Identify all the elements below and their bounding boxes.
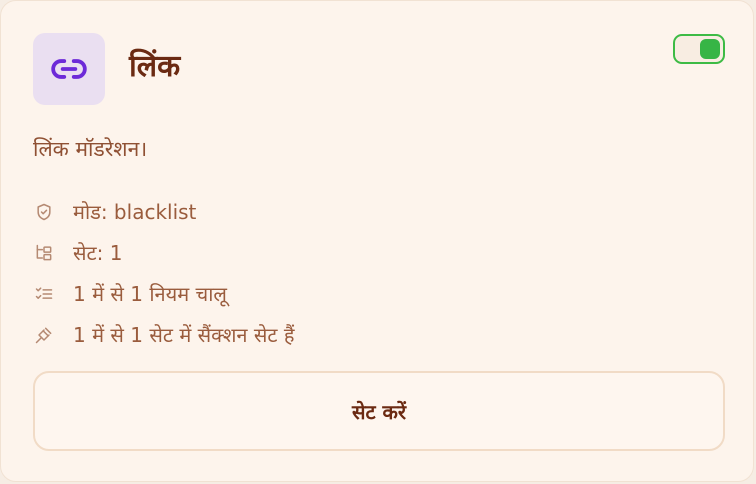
configure-button[interactable]: सेट करें bbox=[33, 371, 725, 451]
meta-rules-text: 1 में से 1 नियम चालू bbox=[73, 281, 227, 306]
enable-toggle[interactable] bbox=[673, 34, 725, 64]
link-icon bbox=[51, 59, 87, 79]
meta-list: मोड: blacklist सेट: 1 1 में से 1 नियम चा… bbox=[33, 191, 294, 355]
meta-row-mode: मोड: blacklist bbox=[33, 191, 294, 232]
link-icon-tile bbox=[33, 33, 105, 105]
shield-icon bbox=[33, 201, 55, 223]
checklist-icon bbox=[33, 283, 55, 305]
link-module-card: लिंक लिंक मॉडरेशन। मोड: blacklist सेट: 1… bbox=[0, 0, 754, 482]
meta-row-sets: सेट: 1 bbox=[33, 232, 294, 273]
toggle-knob bbox=[700, 39, 720, 59]
sets-icon bbox=[33, 242, 55, 264]
card-description: लिंक मॉडरेशन। bbox=[33, 137, 148, 161]
gavel-icon bbox=[33, 324, 55, 346]
meta-mode-text: मोड: blacklist bbox=[73, 199, 197, 224]
meta-row-sanctions: 1 में से 1 सेट में सैंक्शन सेट हैं bbox=[33, 314, 294, 355]
meta-sanctions-text: 1 में से 1 सेट में सैंक्शन सेट हैं bbox=[73, 322, 295, 347]
meta-row-rules: 1 में से 1 नियम चालू bbox=[33, 273, 294, 314]
meta-sets-text: सेट: 1 bbox=[73, 240, 123, 265]
card-title: लिंक bbox=[129, 49, 181, 84]
